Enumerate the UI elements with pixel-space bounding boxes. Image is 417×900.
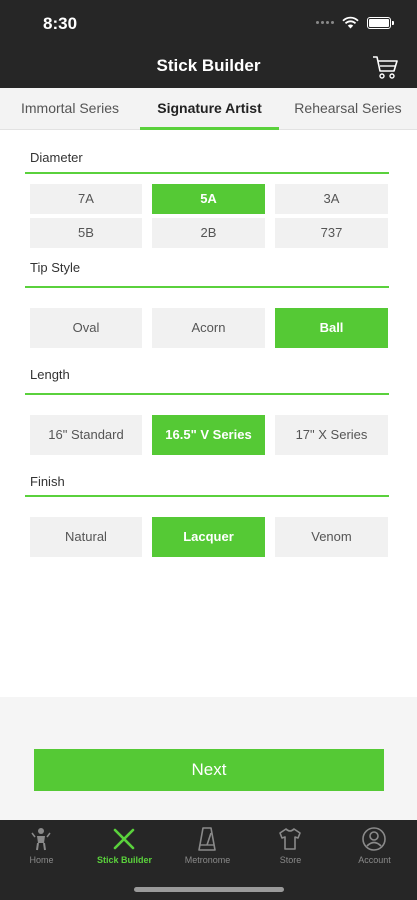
diameter-option-5b[interactable]: 5B	[30, 218, 142, 248]
wifi-icon	[342, 16, 359, 29]
nav-label-stick-builder: Stick Builder	[96, 855, 152, 865]
finish-option-lacquer[interactable]: Lacquer	[152, 517, 265, 557]
page-title: Stick Builder	[156, 56, 261, 75]
home-indicator	[134, 887, 284, 892]
tab-rehearsal-series[interactable]: Rehearsal Series	[279, 88, 417, 130]
nav-item-metronome[interactable]: Metronome	[166, 820, 249, 880]
length-divider	[25, 393, 389, 395]
length-option-17-x-series[interactable]: 17" X Series	[275, 415, 388, 455]
tip-option-oval[interactable]: Oval	[30, 308, 142, 348]
tab-immortal-series[interactable]: Immortal Series	[0, 88, 140, 130]
diameter-title: Diameter	[30, 150, 83, 165]
metronome-icon	[198, 827, 216, 851]
tip-style-divider	[25, 286, 389, 288]
diameter-option-3a[interactable]: 3A	[275, 184, 388, 214]
length-title: Length	[30, 367, 70, 382]
diameter-option-5a[interactable]: 5A	[152, 184, 265, 214]
nav-item-stick-builder[interactable]: Stick Builder	[83, 820, 166, 880]
finish-option-natural[interactable]: Natural	[30, 517, 142, 557]
diameter-option-2b[interactable]: 2B	[152, 218, 265, 248]
length-option-16-standard[interactable]: 16" Standard	[30, 415, 142, 455]
app-header: 8:30 Stick Builder	[0, 0, 417, 88]
finish-option-venom[interactable]: Venom	[275, 517, 388, 557]
user-icon	[362, 827, 386, 851]
next-button[interactable]: Next	[34, 749, 384, 791]
diameter-option-7a[interactable]: 7A	[30, 184, 142, 214]
nav-label-home: Home	[29, 855, 54, 865]
signal-icon	[316, 21, 334, 24]
status-icons	[316, 16, 394, 29]
length-option-16-5-v-series[interactable]: 16.5" V Series	[152, 415, 265, 455]
nav-label-metronome: Metronome	[184, 855, 231, 865]
nav-item-account[interactable]: Account	[333, 820, 416, 880]
active-tab-indicator	[140, 127, 279, 130]
cart-icon[interactable]	[371, 54, 399, 80]
series-tabs: Immortal Series Signature Artist Rehears…	[0, 88, 417, 130]
shirt-icon	[279, 828, 301, 850]
nav-item-home[interactable]: Home	[0, 820, 83, 880]
status-time: 8:30	[43, 14, 78, 33]
tip-option-ball[interactable]: Ball	[275, 308, 388, 348]
finish-title: Finish	[30, 474, 65, 489]
tip-style-title: Tip Style	[30, 260, 81, 275]
battery-icon	[367, 16, 394, 29]
diameter-divider	[25, 172, 389, 174]
tab-signature-artist[interactable]: Signature Artist	[140, 88, 279, 130]
nav-item-store[interactable]: Store	[249, 820, 332, 880]
nav-label-store: Store	[279, 855, 302, 865]
drummer-icon	[31, 828, 51, 851]
finish-divider	[25, 495, 389, 497]
tip-option-acorn[interactable]: Acorn	[152, 308, 265, 348]
crossed-sticks-icon	[113, 828, 135, 850]
diameter-option-737[interactable]: 737	[275, 218, 388, 248]
nav-label-account: Account	[358, 855, 391, 865]
